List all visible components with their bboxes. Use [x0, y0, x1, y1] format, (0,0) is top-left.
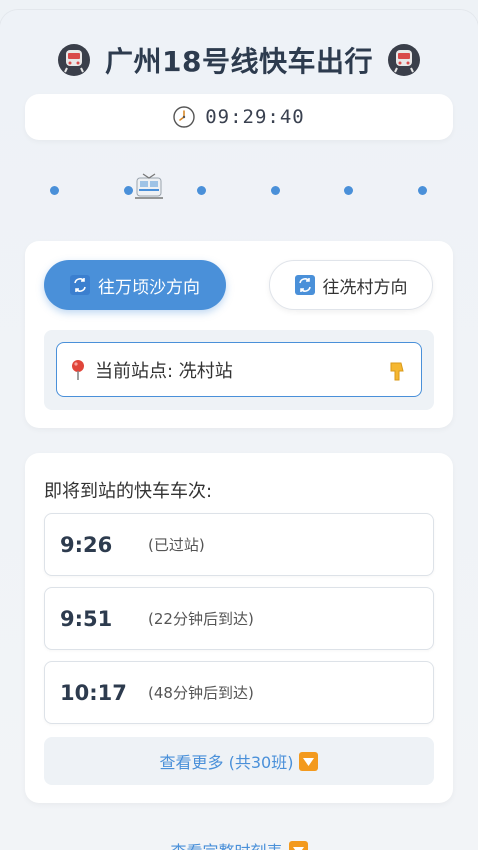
train-time-row[interactable]: 9:26 (已过站): [44, 513, 434, 576]
station-selector[interactable]: 当前站点: 冼村站: [56, 342, 422, 397]
station-dot: [197, 186, 206, 195]
clock-card: 09:29:40: [25, 94, 453, 140]
train-status: (22分钟后到达): [148, 610, 254, 628]
train-time-row[interactable]: 9:51 (22分钟后到达): [44, 587, 434, 650]
page-title: 广州18号线快车出行: [105, 45, 373, 78]
full-timetable-label: 查看完整时刻表: [170, 838, 282, 850]
direction-label: 往冼村方向: [322, 277, 408, 298]
train-time-row[interactable]: 10:17 (48分钟后到达): [44, 661, 434, 724]
station-dot: [50, 186, 59, 195]
clock-icon: [173, 106, 195, 128]
direction-card: 往万顷沙方向 往冼村方向 当前站点: 冼村站: [25, 241, 453, 428]
station-dot: [271, 186, 280, 195]
current-station-label: 当前站点: 冼村站: [95, 360, 233, 382]
down-arrow-icon: [299, 751, 319, 771]
full-timetable-link[interactable]: 查看完整时刻表: [0, 838, 478, 850]
train-icon: [135, 173, 163, 199]
upcoming-heading: 即将到站的快车车次:: [44, 481, 213, 502]
direction-label: 往万顷沙方向: [98, 277, 200, 298]
train-status: (已过站): [148, 536, 205, 554]
upcoming-trains-card: 即将到站的快车车次: 9:26 (已过站) 9:51 (22分钟后到达) 10:…: [25, 453, 453, 803]
hand-pointing-down-icon: [390, 362, 404, 381]
station-dot: [418, 186, 427, 195]
station-dot: [124, 186, 133, 195]
metro-train-icon: [387, 44, 420, 76]
swap-icon: [70, 275, 90, 295]
train-time: 9:26: [60, 532, 113, 557]
train-status: (48分钟后到达): [148, 684, 254, 702]
current-time: 09:29:40: [205, 106, 305, 128]
page-header: 广州18号线快车出行: [0, 38, 478, 82]
swap-icon: [294, 275, 315, 295]
train-progress-track: [0, 172, 478, 212]
view-more-label: 查看更多 (共30班): [159, 753, 294, 772]
pin-icon: [72, 359, 84, 380]
direction-button-xiancun[interactable]: 往冼村方向: [269, 260, 433, 310]
metro-train-icon: [58, 44, 91, 76]
train-time: 10:17: [60, 680, 127, 705]
station-selector-wrap: 当前站点: 冼村站: [44, 330, 434, 410]
view-more-button[interactable]: 查看更多 (共30班): [44, 737, 434, 785]
station-dot: [344, 186, 353, 195]
down-arrow-icon: [288, 840, 308, 850]
direction-button-wanqingsha[interactable]: 往万顷沙方向: [44, 260, 226, 310]
train-time: 9:51: [60, 606, 113, 631]
